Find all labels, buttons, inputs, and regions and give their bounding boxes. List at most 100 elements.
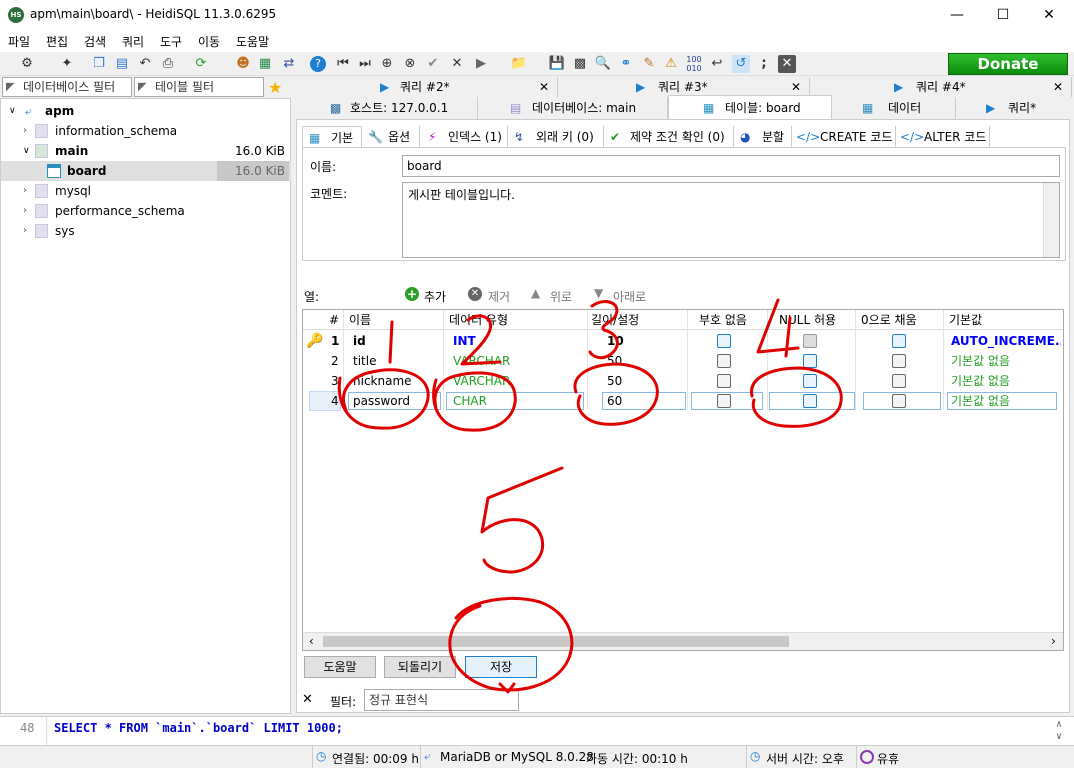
unsigned-checkbox[interactable]	[717, 374, 731, 388]
header-default[interactable]: 기본값	[949, 310, 982, 330]
save-file-icon[interactable]: 💾	[548, 55, 566, 73]
nullable-checkbox[interactable]	[803, 354, 817, 368]
zerofill-checkbox[interactable]	[892, 334, 906, 348]
tab-data[interactable]: ▦ 데이터	[832, 97, 956, 119]
table-row-editing[interactable]: 4 password CHAR 60 기본값 없음	[303, 391, 1063, 411]
tab-query-4[interactable]: ▶ 쿼리 #4* ✕	[810, 77, 1072, 97]
help-button[interactable]: 도움말	[304, 656, 376, 678]
open-folder-icon[interactable]: 📁	[510, 55, 528, 73]
unsigned-checkbox[interactable]	[717, 394, 731, 408]
close-filter-icon[interactable]: ✕	[302, 692, 313, 707]
default-cell[interactable]: 기본값 없음	[951, 351, 1010, 371]
warning-icon[interactable]: ⚠	[662, 55, 680, 73]
close-button[interactable]: ✕	[1026, 0, 1072, 30]
post-icon[interactable]: ✔	[424, 55, 442, 73]
header-datatype[interactable]: 데이터 유형	[449, 310, 508, 330]
tab-query[interactable]: ▶ 쿼리*	[956, 97, 1074, 119]
menu-search[interactable]: 검색	[84, 33, 106, 50]
scroll-right-icon[interactable]: ›	[1051, 634, 1056, 648]
undo-icon[interactable]: ↶	[136, 55, 154, 73]
unsigned-checkbox[interactable]	[717, 354, 731, 368]
refresh-icon[interactable]: ⟳	[192, 55, 210, 73]
default-cell[interactable]: AUTO_INCREME...	[951, 331, 1061, 351]
zerofill-checkbox[interactable]	[892, 374, 906, 388]
menu-tools[interactable]: 도구	[160, 33, 182, 50]
header-name[interactable]: 이름	[349, 310, 371, 330]
length-cell[interactable]: 10	[607, 331, 624, 351]
datatype-cell[interactable]: VARCHAR	[453, 371, 510, 391]
tree-item-board[interactable]: board 16.0 KiB	[1, 161, 291, 181]
disconnect-icon[interactable]: ✦	[58, 55, 76, 73]
table-name-input[interactable]: board	[402, 155, 1060, 177]
find-icon[interactable]: 🔍	[594, 55, 612, 73]
donate-button[interactable]: Donate	[948, 53, 1068, 75]
horizontal-scrollbar[interactable]: ‹ ›	[303, 632, 1063, 650]
tree-item-main[interactable]: ∨ main 16.0 KiB	[1, 141, 291, 161]
header-nullable[interactable]: NULL 허용	[779, 310, 836, 330]
tab-database[interactable]: ▤ 데이터베이스: main	[478, 97, 668, 119]
first-icon[interactable]: ⏮	[334, 55, 352, 73]
column-name-cell[interactable]: nickname	[353, 371, 412, 391]
binary-icon[interactable]: 100 010	[685, 55, 703, 73]
header-number[interactable]: #	[329, 310, 339, 330]
print-icon[interactable]: ⎙	[159, 55, 177, 73]
column-name-cell[interactable]: title	[353, 351, 376, 371]
tab-partitions[interactable]: ◕ 분할	[734, 126, 792, 148]
comment-scrollbar[interactable]	[1043, 183, 1059, 257]
tab-alter-code[interactable]: </> ALTER 코드	[896, 126, 990, 148]
database-filter-input[interactable]: 데이터베이스 필터	[2, 77, 132, 97]
save-as-icon[interactable]: ▩	[571, 55, 589, 73]
semicolon-icon[interactable]: ;	[755, 55, 773, 73]
move-down-button[interactable]: 아래로	[613, 288, 646, 305]
scroll-left-icon[interactable]: ‹	[309, 634, 314, 648]
length-cell[interactable]: 50	[607, 371, 622, 391]
replace-icon[interactable]: ⚭	[617, 55, 635, 73]
table-row[interactable]: 2 title VARCHAR 50 기본값 없음	[303, 351, 1063, 371]
close-tab-icon[interactable]: ✕	[539, 77, 549, 97]
maximize-button[interactable]: ☐	[980, 0, 1026, 30]
tree-item-information-schema[interactable]: › information_schema	[1, 121, 291, 141]
filter-input[interactable]: 정규 표현식	[364, 689, 519, 711]
menu-edit[interactable]: 편집	[46, 33, 68, 50]
close-tab-icon[interactable]: ✕	[791, 77, 801, 97]
move-up-button[interactable]: 위로	[550, 288, 572, 305]
datatype-cell[interactable]: VARCHAR	[453, 351, 510, 371]
length-cell[interactable]: 60	[607, 391, 622, 411]
wrap-icon[interactable]: ↩	[708, 55, 726, 73]
add-column-button[interactable]: 추가	[424, 288, 446, 305]
paste-icon[interactable]: ▤	[113, 55, 131, 73]
last-icon[interactable]: ⏭	[356, 55, 374, 73]
tree-root[interactable]: ∨ ⤶ apm	[1, 101, 291, 121]
nullable-checkbox[interactable]	[803, 394, 817, 408]
menu-goto[interactable]: 이동	[198, 33, 220, 50]
sql-statement[interactable]: SELECT * FROM `main`.`board` LIMIT 1000;	[54, 721, 343, 735]
default-cell[interactable]: 기본값 없음	[951, 371, 1010, 391]
tree-item-mysql[interactable]: › mysql	[1, 181, 291, 201]
export-icon[interactable]: ▦	[256, 55, 274, 73]
tab-table[interactable]: ▦ 테이블: board	[668, 95, 832, 119]
help-icon[interactable]: ?	[310, 56, 326, 72]
tab-query-3[interactable]: ▶ 쿼리 #3* ✕	[558, 77, 810, 97]
table-comment-input[interactable]: 게시판 테이블입니다.	[402, 182, 1060, 258]
remove-column-button[interactable]: 제거	[488, 288, 510, 305]
insert-row-icon[interactable]: ⊕	[378, 55, 396, 73]
length-cell[interactable]: 50	[607, 351, 622, 371]
user-manager-icon[interactable]: ☻	[234, 55, 252, 73]
delete-row-icon[interactable]: ⊗	[401, 55, 419, 73]
scrollbar-thumb[interactable]	[323, 636, 789, 647]
tab-query-2[interactable]: ▶ 쿼리 #2* ✕	[296, 77, 558, 97]
header-unsigned[interactable]: 부호 없음	[699, 310, 747, 330]
tab-indexes[interactable]: ⚡ 인덱스 (1)	[420, 126, 508, 148]
sync-icon[interactable]: ↺	[732, 55, 750, 73]
zerofill-checkbox[interactable]	[892, 354, 906, 368]
copy-icon[interactable]: ❐	[90, 55, 108, 73]
default-cell[interactable]: 기본값 없음	[951, 391, 1010, 411]
run-icon[interactable]: ▶	[472, 55, 490, 73]
revert-button[interactable]: 되돌리기	[384, 656, 456, 678]
column-name-cell[interactable]: id	[353, 331, 366, 351]
datatype-cell[interactable]: INT	[453, 331, 476, 351]
tab-foreign-keys[interactable]: ↯ 외래 키 (0)	[508, 126, 604, 148]
table-filter-input[interactable]: 테이블 필터	[134, 77, 264, 97]
menu-file[interactable]: 파일	[8, 33, 30, 50]
transfer-icon[interactable]: ⇄	[280, 55, 298, 73]
